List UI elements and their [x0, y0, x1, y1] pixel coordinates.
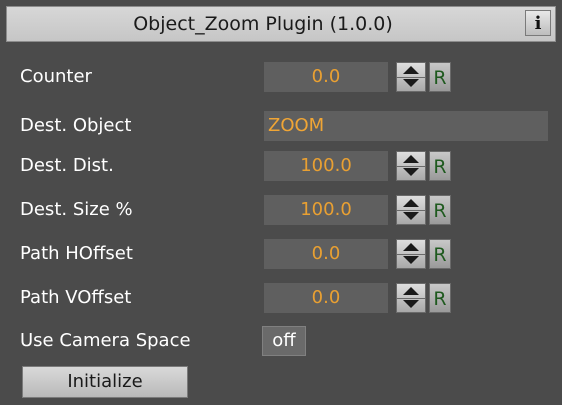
arrow-down-icon	[403, 212, 419, 220]
counter-stepper[interactable]	[396, 62, 426, 92]
dest-dist-stepper[interactable]	[396, 151, 426, 181]
arrow-up-icon	[403, 66, 419, 74]
counter-increment-button[interactable]	[397, 63, 425, 78]
counter-decrement-button[interactable]	[397, 77, 425, 91]
arrow-down-icon	[403, 256, 419, 264]
arrow-up-icon	[403, 243, 419, 251]
dest-dist-field[interactable]: 100.0	[264, 151, 388, 181]
dest-size-stepper[interactable]	[396, 195, 426, 225]
dest-size-decrement-button[interactable]	[397, 210, 425, 224]
dest-object-field[interactable]: ZOOM	[264, 111, 548, 141]
path-hoffset-stepper[interactable]	[396, 239, 426, 269]
dest-size-field[interactable]: 100.0	[264, 195, 388, 225]
arrow-up-icon	[403, 155, 419, 163]
row-dest-object: Dest. Object ZOOM	[0, 109, 562, 143]
dest-dist-reset-button[interactable]: R	[429, 151, 451, 181]
info-icon[interactable]: i	[525, 10, 551, 36]
arrow-up-icon	[403, 287, 419, 295]
path-voffset-reset-button[interactable]: R	[429, 283, 451, 313]
path-hoffset-decrement-button[interactable]	[397, 254, 425, 268]
path-hoffset-increment-button[interactable]	[397, 240, 425, 255]
row-dest-dist: Dest. Dist. 100.0 R	[0, 149, 562, 183]
path-hoffset-label: Path HOffset	[20, 243, 133, 264]
initialize-button[interactable]: Initialize	[22, 366, 188, 398]
dest-size-label: Dest. Size %	[20, 199, 133, 220]
title-bar: Object_Zoom Plugin (1.0.0) i	[6, 6, 556, 42]
path-voffset-label: Path VOffset	[20, 287, 132, 308]
path-hoffset-reset-button[interactable]: R	[429, 239, 451, 269]
plugin-panel: Object_Zoom Plugin (1.0.0) i Counter 0.0…	[0, 0, 562, 405]
path-voffset-stepper[interactable]	[396, 283, 426, 313]
camera-space-label: Use Camera Space	[20, 330, 191, 351]
counter-label: Counter	[20, 66, 92, 87]
row-counter: Counter 0.0 R	[0, 60, 562, 94]
row-camera-space: Use Camera Space off	[0, 324, 562, 358]
dest-size-reset-button[interactable]: R	[429, 195, 451, 225]
arrow-down-icon	[403, 168, 419, 176]
dest-dist-label: Dest. Dist.	[20, 155, 114, 176]
dest-dist-increment-button[interactable]	[397, 152, 425, 167]
dest-size-increment-button[interactable]	[397, 196, 425, 211]
counter-field[interactable]: 0.0	[264, 62, 388, 92]
arrow-down-icon	[403, 79, 419, 87]
plugin-title: Object_Zoom Plugin (1.0.0)	[133, 13, 393, 35]
dest-dist-decrement-button[interactable]	[397, 166, 425, 180]
path-voffset-field[interactable]: 0.0	[264, 283, 388, 313]
path-voffset-increment-button[interactable]	[397, 284, 425, 299]
row-dest-size: Dest. Size % 100.0 R	[0, 193, 562, 227]
arrow-up-icon	[403, 199, 419, 207]
row-path-hoffset: Path HOffset 0.0 R	[0, 237, 562, 271]
path-voffset-decrement-button[interactable]	[397, 298, 425, 312]
dest-object-label: Dest. Object	[20, 115, 132, 136]
counter-reset-button[interactable]: R	[429, 62, 451, 92]
arrow-down-icon	[403, 300, 419, 308]
camera-space-toggle[interactable]: off	[262, 326, 306, 356]
row-path-voffset: Path VOffset 0.0 R	[0, 281, 562, 315]
path-hoffset-field[interactable]: 0.0	[264, 239, 388, 269]
